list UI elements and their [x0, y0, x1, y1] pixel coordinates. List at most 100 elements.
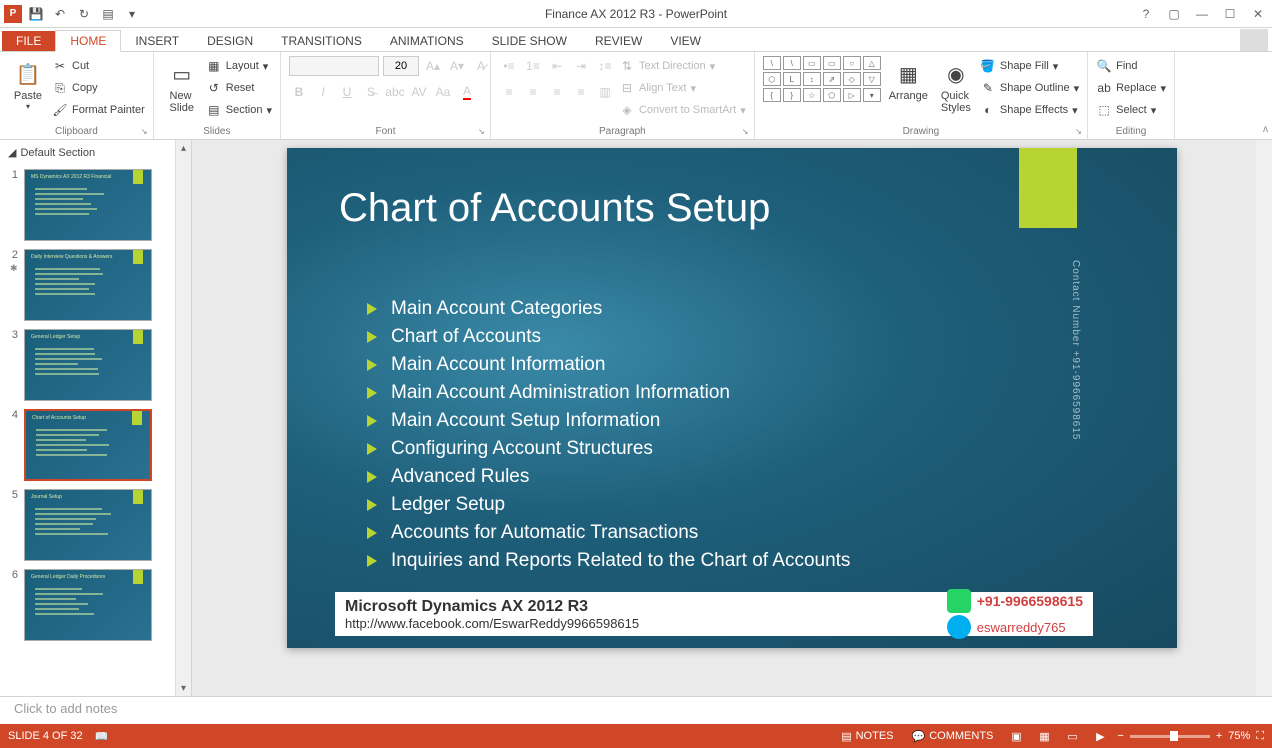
qat-undo-icon[interactable]: ↶	[50, 4, 70, 24]
slide-thumbnail[interactable]: Daily Interview Questions & Answers	[24, 249, 152, 321]
copy-button[interactable]: ⎘Copy	[52, 78, 145, 98]
grow-font-icon[interactable]: A▴	[423, 56, 443, 76]
reset-button[interactable]: ↺Reset	[206, 78, 272, 98]
spacing-button[interactable]: AV	[409, 82, 429, 102]
help-icon[interactable]: ?	[1132, 2, 1160, 26]
shape-outline-button[interactable]: ✎Shape Outline ▾	[980, 78, 1079, 98]
shrink-font-icon[interactable]: A▾	[447, 56, 467, 76]
tab-home[interactable]: HOME	[55, 30, 121, 52]
scroll-down-icon[interactable]: ▾	[176, 680, 191, 696]
slideshow-view-button[interactable]: ▶	[1089, 727, 1111, 745]
tab-transitions[interactable]: TRANSITIONS	[267, 31, 376, 51]
user-account[interactable]	[1240, 29, 1268, 51]
clear-format-icon[interactable]: A̷	[471, 56, 491, 76]
bullet-icon	[367, 359, 377, 371]
zoom-level[interactable]: 75%	[1228, 730, 1250, 742]
shadow-button[interactable]: abc	[385, 82, 405, 102]
slide-thumbnail[interactable]: General Ledger Setup	[24, 329, 152, 401]
new-slide-button[interactable]: ▭ New Slide	[162, 56, 202, 116]
font-family-select[interactable]	[289, 56, 379, 76]
indent-button[interactable]: ⇥	[571, 56, 591, 76]
zoom-in-button[interactable]: +	[1216, 730, 1222, 742]
minimize-icon[interactable]: —	[1188, 2, 1216, 26]
bullet-text: Chart of Accounts	[391, 326, 541, 348]
shape-fill-button[interactable]: 🪣Shape Fill ▾	[980, 56, 1079, 76]
notes-button[interactable]: ▤NOTES	[835, 730, 899, 743]
slide-thumbnail[interactable]: Chart of Accounts Setup	[24, 409, 152, 481]
qat-more-icon[interactable]: ▾	[122, 4, 142, 24]
font-size-select[interactable]	[383, 56, 419, 76]
layout-button[interactable]: ▦Layout ▾	[206, 56, 272, 76]
tab-animations[interactable]: ANIMATIONS	[376, 31, 478, 51]
slide-scrollbar[interactable]	[1256, 140, 1272, 696]
paste-button[interactable]: 📋 Paste ▾	[8, 56, 48, 113]
maximize-icon[interactable]: ☐	[1216, 2, 1244, 26]
align-text-button[interactable]: ⊟Align Text ▾	[619, 78, 746, 98]
section-button[interactable]: ▤Section ▾	[206, 100, 272, 120]
zoom-out-button[interactable]: −	[1117, 730, 1123, 742]
thumbnail-number: 5	[6, 489, 18, 561]
slide-counter[interactable]: SLIDE 4 OF 32	[8, 730, 83, 742]
scroll-up-icon[interactable]: ▴	[176, 140, 191, 156]
font-color-button[interactable]: A	[457, 82, 477, 102]
select-button[interactable]: ⬚Select ▾	[1096, 100, 1166, 120]
align-center-button[interactable]: ≡	[523, 82, 543, 102]
text-direction-button[interactable]: ⇅Text Direction ▾	[619, 56, 746, 76]
drawing-launcher[interactable]: ↘	[1075, 127, 1085, 137]
tab-view[interactable]: VIEW	[656, 31, 715, 51]
underline-button[interactable]: U	[337, 82, 357, 102]
fit-button[interactable]: ⛶	[1256, 730, 1264, 743]
line-spacing-button[interactable]: ↕≡	[595, 56, 615, 76]
columns-button[interactable]: ▥	[595, 82, 615, 102]
bullets-button[interactable]: •≡	[499, 56, 519, 76]
zoom-slider[interactable]	[1130, 735, 1210, 738]
slide-thumbnail[interactable]: Journal Setup	[24, 489, 152, 561]
qat-save-icon[interactable]: 💾	[26, 4, 46, 24]
ribbon-display-icon[interactable]: ▢	[1160, 2, 1188, 26]
italic-button[interactable]: I	[313, 82, 333, 102]
tab-insert[interactable]: INSERT	[121, 31, 193, 51]
align-right-button[interactable]: ≡	[547, 82, 567, 102]
section-header[interactable]: ◢ Default Section	[0, 140, 191, 165]
case-button[interactable]: Aa	[433, 82, 453, 102]
align-left-button[interactable]: ≡	[499, 82, 519, 102]
outdent-button[interactable]: ⇤	[547, 56, 567, 76]
find-button[interactable]: 🔍Find	[1096, 56, 1166, 76]
cut-button[interactable]: ✂Cut	[52, 56, 145, 76]
sorter-view-button[interactable]: ▦	[1033, 727, 1055, 745]
panel-scrollbar[interactable]: ▴ ▾	[175, 140, 191, 696]
arrange-button[interactable]: ▦ Arrange	[885, 56, 932, 104]
font-launcher[interactable]: ↘	[478, 127, 488, 137]
slide-thumbnail[interactable]: MS Dynamics AX 2012 R3 Financial	[24, 169, 152, 241]
close-icon[interactable]: ✕	[1244, 2, 1272, 26]
collapse-ribbon-icon[interactable]: ʌ	[1263, 124, 1268, 135]
window-title: Finance AX 2012 R3 - PowerPoint	[545, 7, 727, 21]
justify-button[interactable]: ≡	[571, 82, 591, 102]
clipboard-launcher[interactable]: ↘	[141, 127, 151, 137]
smartart-button[interactable]: ◈Convert to SmartArt ▾	[619, 100, 746, 120]
tab-slideshow[interactable]: SLIDE SHOW	[478, 31, 581, 51]
slide-thumbnail[interactable]: General Ledger Daily Procedures	[24, 569, 152, 641]
shapes-gallery[interactable]: \\▭▭○△ ⬡L↕⇗◇▽ {}☆⬠▷▾	[763, 56, 881, 102]
numbering-button[interactable]: 1≡	[523, 56, 543, 76]
strike-button[interactable]: S̶	[361, 82, 381, 102]
qat-redo-icon[interactable]: ↻	[74, 4, 94, 24]
spellcheck-icon[interactable]: 📖	[95, 730, 109, 743]
slide-canvas[interactable]: Chart of Accounts Setup Contact Number +…	[287, 148, 1177, 648]
reading-view-button[interactable]: ▭	[1061, 727, 1083, 745]
bullet-text: Main Account Categories	[391, 298, 602, 320]
bold-button[interactable]: B	[289, 82, 309, 102]
paragraph-launcher[interactable]: ↘	[742, 127, 752, 137]
comments-button[interactable]: 💬COMMENTS	[906, 730, 1000, 743]
replace-button[interactable]: abReplace ▾	[1096, 78, 1166, 98]
shape-effects-button[interactable]: ◐Shape Effects ▾	[980, 100, 1079, 120]
tab-design[interactable]: DESIGN	[193, 31, 267, 51]
normal-view-button[interactable]: ▣	[1005, 727, 1027, 745]
outline-icon: ✎	[980, 80, 996, 96]
quick-styles-button[interactable]: ◉ Quick Styles	[936, 56, 976, 116]
find-icon: 🔍	[1096, 58, 1112, 74]
format-painter-button[interactable]: 🖌Format Painter	[52, 100, 145, 120]
qat-start-icon[interactable]: ▤	[98, 4, 118, 24]
tab-review[interactable]: REVIEW	[581, 31, 656, 51]
tab-file[interactable]: FILE	[2, 31, 55, 51]
